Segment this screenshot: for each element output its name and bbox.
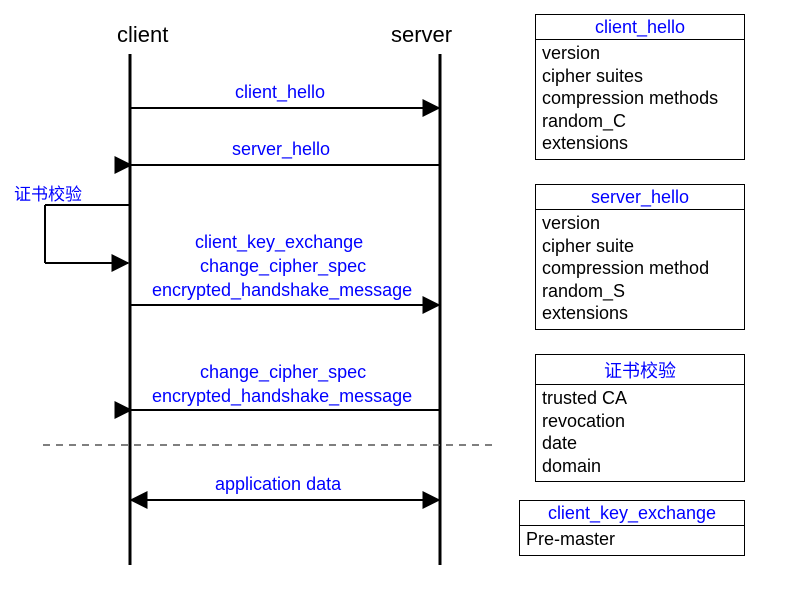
box-client-hello-title: client_hello xyxy=(536,15,744,40)
msg-client-key-exchange: client_key_exchange xyxy=(195,232,363,253)
box-cke-body: Pre-master xyxy=(520,526,744,555)
box-cert-check-item: trusted CA xyxy=(542,387,738,410)
msg-encrypted-handshake-1: encrypted_handshake_message xyxy=(152,280,412,301)
msg-cert-check: 证书校验 xyxy=(14,180,82,205)
box-cert-check-item: date xyxy=(542,432,738,455)
msg-change-cipher-spec-2: change_cipher_spec xyxy=(200,362,366,383)
box-server-hello-item: compression method xyxy=(542,257,738,280)
box-server-hello-item: random_S xyxy=(542,280,738,303)
msg-server-hello: server_hello xyxy=(232,139,330,160)
box-cert-check-title: 证书校验 xyxy=(536,355,744,385)
box-client-hello-item: extensions xyxy=(542,132,738,155)
box-cert-check: 证书校验 trusted CA revocation date domain xyxy=(535,354,745,482)
box-client-hello: client_hello version cipher suites compr… xyxy=(535,14,745,160)
box-client-hello-body: version cipher suites compression method… xyxy=(536,40,744,159)
msg-change-cipher-spec-1: change_cipher_spec xyxy=(200,256,366,277)
box-server-hello: server_hello version cipher suite compre… xyxy=(535,184,745,330)
box-client-hello-item: version xyxy=(542,42,738,65)
box-cke-item: Pre-master xyxy=(526,528,738,551)
box-server-hello-title: server_hello xyxy=(536,185,744,210)
box-cert-check-item: domain xyxy=(542,455,738,478)
box-server-hello-item: cipher suite xyxy=(542,235,738,258)
box-server-hello-item: version xyxy=(542,212,738,235)
msg-client-hello: client_hello xyxy=(235,82,325,103)
box-client-hello-item: cipher suites xyxy=(542,65,738,88)
msg-encrypted-handshake-2: encrypted_handshake_message xyxy=(152,386,412,407)
box-server-hello-item: extensions xyxy=(542,302,738,325)
box-client-hello-item: compression methods xyxy=(542,87,738,110)
box-cert-check-body: trusted CA revocation date domain xyxy=(536,385,744,481)
box-server-hello-body: version cipher suite compression method … xyxy=(536,210,744,329)
box-cert-check-item: revocation xyxy=(542,410,738,433)
box-client-hello-item: random_C xyxy=(542,110,738,133)
box-cke-title: client_key_exchange xyxy=(520,501,744,526)
box-client-key-exchange: client_key_exchange Pre-master xyxy=(519,500,745,556)
msg-application-data: application data xyxy=(215,474,341,495)
tls-handshake-diagram: { "lifelines": { "client": "client", "se… xyxy=(0,0,801,614)
